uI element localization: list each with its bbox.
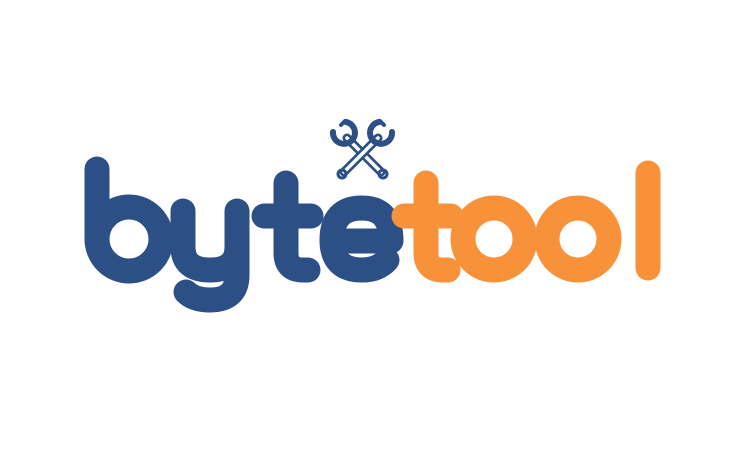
logo-artwork: bytetool [84,119,661,441]
logo-canvas: bytetool [0,0,750,450]
wordmark-part-tool [391,160,661,283]
wordmark-text: bytetool [373,438,378,441]
letter-o [534,195,622,283]
letter-y [170,198,250,313]
crossed-wrenches-icon [330,119,395,180]
letter-t [391,170,464,283]
letter-t [251,170,324,283]
letter-o [450,195,538,283]
bytetool-logo: bytetool [0,0,750,450]
wordmark-part-byte [84,156,404,313]
letter-e [319,195,404,283]
letter-b [84,156,174,284]
